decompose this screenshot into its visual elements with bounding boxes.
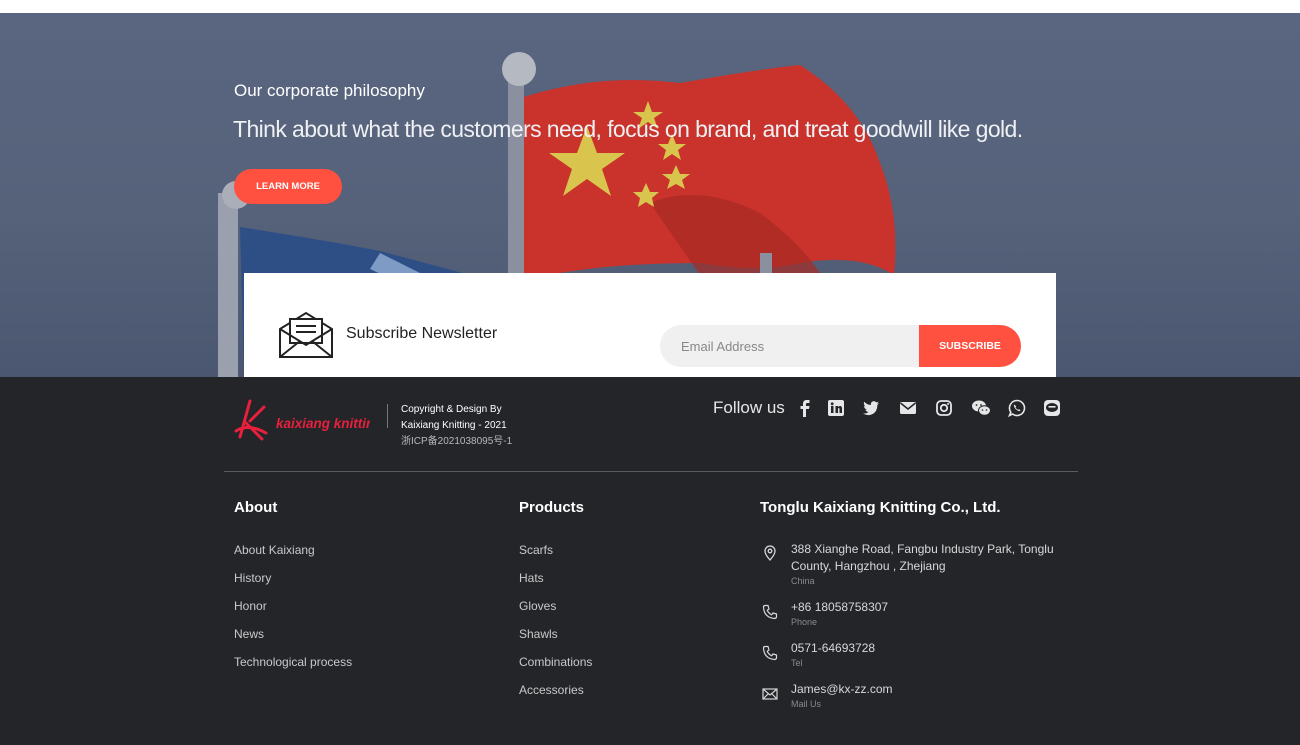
newsletter-title: Subscribe Newsletter — [346, 325, 498, 342]
email-icon[interactable] — [899, 399, 917, 417]
linkedin-icon[interactable] — [827, 399, 845, 417]
address-country: China — [791, 576, 815, 586]
link-about-kaixiang[interactable]: About Kaixiang — [234, 543, 315, 557]
footer-divider — [224, 471, 1078, 472]
newsletter-box: Subscribe Newsletter SUBSCRIBE — [244, 273, 1056, 377]
twitter-icon[interactable] — [862, 399, 880, 417]
about-heading: About — [234, 499, 278, 516]
telephone-icon — [762, 645, 778, 661]
link-accessories[interactable]: Accessories — [519, 683, 584, 697]
hero-title: Our corporate philosophy — [234, 81, 425, 100]
mail-icon — [762, 688, 778, 700]
line-icon[interactable] — [1043, 399, 1061, 417]
link-scarfs[interactable]: Scarfs — [519, 543, 553, 557]
facebook-icon[interactable] — [796, 399, 814, 417]
company-email[interactable]: James@kx-zz.com — [791, 681, 1061, 698]
products-heading: Products — [519, 499, 585, 516]
company-heading: Tonglu Kaixiang Knitting Co., Ltd. — [760, 499, 1001, 516]
subscribe-button[interactable]: SUBSCRIBE — [919, 325, 1021, 367]
email-input[interactable] — [660, 325, 930, 367]
phone-label: Phone — [791, 617, 818, 627]
phone-icon — [762, 604, 778, 620]
logo-divider — [387, 404, 388, 428]
link-combinations[interactable]: Combinations — [519, 655, 592, 669]
location-pin-icon — [764, 545, 776, 561]
hero-banner: Our corporate philosophy Think about wha… — [0, 13, 1300, 377]
link-hats[interactable]: Hats — [519, 571, 544, 585]
copyright-company: Kaixiang Knitting - 2021 — [401, 420, 507, 431]
company-address: 388 Xianghe Road, Fangbu Industry Park, … — [791, 542, 1054, 573]
link-technological-process[interactable]: Technological process — [234, 655, 352, 669]
copyright-line: Copyright & Design By — [401, 404, 502, 415]
learn-more-button[interactable]: LEARN MORE — [234, 169, 342, 204]
link-gloves[interactable]: Gloves — [519, 599, 556, 613]
instagram-icon[interactable] — [935, 399, 953, 417]
envelope-letter-icon — [279, 311, 333, 358]
follow-us-label: Follow us — [713, 398, 785, 417]
link-shawls[interactable]: Shawls — [519, 627, 558, 641]
link-honor[interactable]: Honor — [234, 599, 267, 613]
company-phone[interactable]: +86 18058758307 — [791, 599, 1061, 616]
icp-number[interactable]: 浙ICP备2021038095号-1 — [401, 434, 512, 450]
hero-philosophy-text: Think about what the customers need, foc… — [233, 116, 1023, 142]
copyright-block: Copyright & Design By Kaixiang Knitting … — [401, 402, 512, 450]
email-label: Mail Us — [791, 699, 822, 709]
company-tel[interactable]: 0571-64693728 — [791, 640, 1061, 657]
wechat-icon[interactable] — [971, 399, 991, 417]
kaixiang-knitting-logo: kaixiang knitting — [234, 399, 370, 441]
logo-text: kaixiang knitting — [276, 416, 370, 431]
link-history[interactable]: History — [234, 571, 271, 585]
tel-label: Tel — [791, 658, 803, 668]
whatsapp-icon[interactable] — [1008, 399, 1026, 417]
footer: kaixiang knitting Copyright & Design By … — [0, 377, 1300, 745]
link-news[interactable]: News — [234, 627, 264, 641]
